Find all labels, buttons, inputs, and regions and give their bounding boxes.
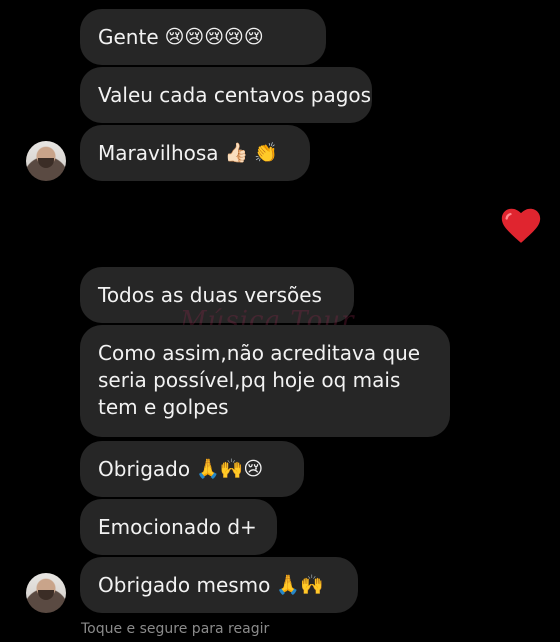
crying-emoji-icon: 😢😢😢😢😢 <box>164 25 264 48</box>
message-bubble[interactable]: Emocionado d+ <box>80 499 277 555</box>
message-text: Emocionado d+ <box>98 514 257 539</box>
react-hint: Toque e segure para reagir <box>81 621 270 637</box>
avatar[interactable] <box>26 573 66 613</box>
message-bubble[interactable]: Obrigado mesmo 🙏🙌 <box>80 557 358 613</box>
thumbs-up-clap-emoji-icon: 👍🏻 👏 <box>224 141 278 164</box>
heart-icon <box>501 208 541 243</box>
pray-emoji-icon: 🙏🙌 <box>276 573 324 596</box>
message-bubble[interactable]: Obrigado 🙏🙌😢 <box>80 441 304 497</box>
avatar[interactable] <box>26 141 66 181</box>
message-text: Maravilhosa <box>98 140 219 165</box>
message-text: Todos as duas versões <box>98 282 322 307</box>
message-text: Como assim,não acreditava que seria poss… <box>98 341 421 419</box>
message-text: Gente <box>98 24 159 49</box>
message-text: Valeu cada centavos pagos <box>98 82 372 107</box>
pray-emoji-icon: 🙏🙌😢 <box>196 457 264 480</box>
message-bubble[interactable]: Gente 😢😢😢😢😢 <box>80 9 326 65</box>
message-bubble[interactable]: Maravilhosa 👍🏻 👏 <box>80 125 310 181</box>
message-text: Obrigado mesmo <box>98 572 271 597</box>
message-text: Obrigado <box>98 456 191 481</box>
message-bubble[interactable]: Como assim,não acreditava que seria poss… <box>80 325 450 437</box>
message-bubble[interactable]: Valeu cada centavos pagos <box>80 67 372 123</box>
